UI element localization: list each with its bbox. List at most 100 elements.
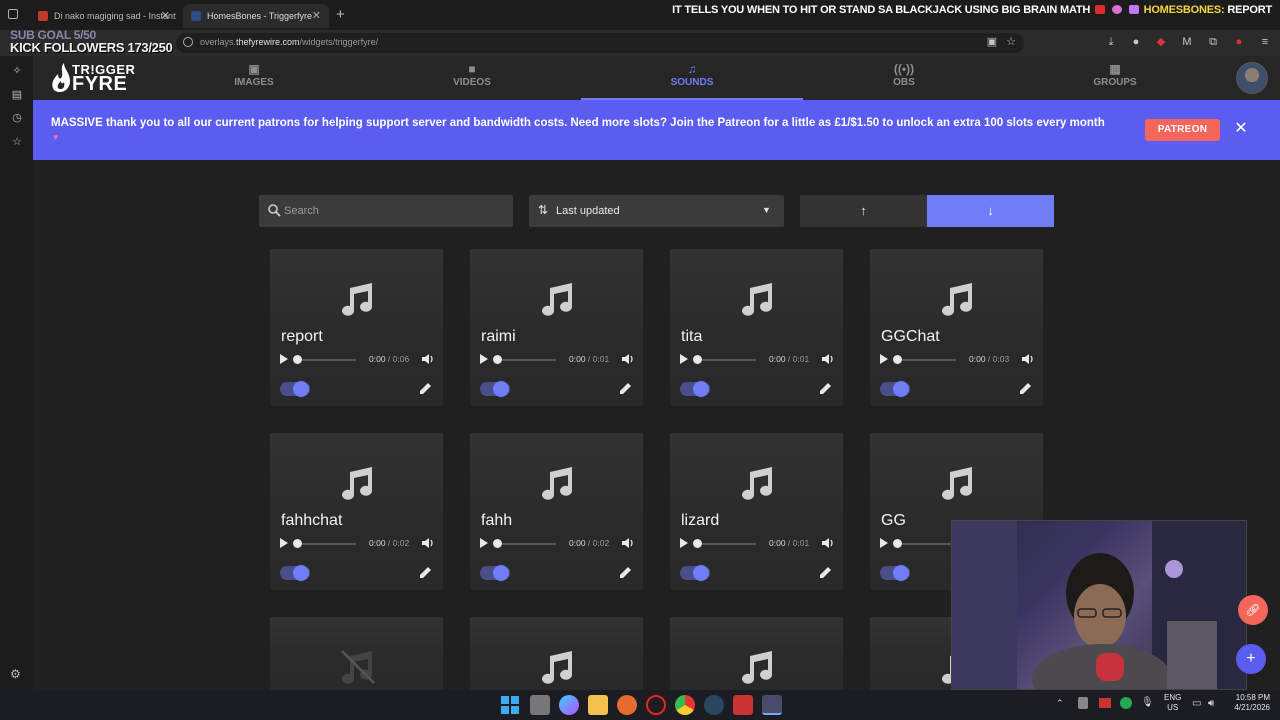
seek-bar[interactable] — [496, 543, 556, 545]
edit-pencil-icon[interactable] — [819, 382, 832, 395]
extension-icon[interactable]: M — [1181, 36, 1193, 48]
nav-images[interactable]: ▣ IMAGES — [194, 62, 314, 88]
seek-handle[interactable] — [693, 539, 702, 548]
close-banner-icon[interactable]: ✕ — [1232, 119, 1250, 139]
favorites-icon[interactable]: ☆ — [10, 135, 24, 149]
edit-pencil-icon[interactable] — [619, 566, 632, 579]
close-tab-icon[interactable]: ✕ — [312, 9, 321, 22]
edit-pencil-icon[interactable] — [419, 382, 432, 395]
play-icon[interactable] — [879, 538, 889, 548]
seek-handle[interactable] — [893, 355, 902, 364]
seek-bar[interactable] — [296, 543, 356, 545]
volume-icon[interactable] — [822, 353, 834, 365]
task-view-icon[interactable] — [530, 695, 550, 715]
play-icon[interactable] — [879, 354, 889, 364]
close-tab-icon[interactable]: ✕ — [161, 9, 170, 22]
settings-icon[interactable]: ⚙ — [10, 667, 21, 681]
seek-handle[interactable] — [293, 539, 302, 548]
bookmark-star-icon[interactable]: ☆ — [1005, 36, 1017, 48]
seek-handle[interactable] — [693, 355, 702, 364]
firefox-icon[interactable] — [617, 695, 637, 715]
enable-toggle[interactable] — [280, 381, 310, 397]
enable-toggle[interactable] — [680, 565, 710, 581]
sort-ascending-button[interactable]: ↑ — [800, 195, 927, 227]
play-icon[interactable] — [279, 354, 289, 364]
play-icon[interactable] — [479, 538, 489, 548]
play-icon[interactable] — [679, 354, 689, 364]
menu-icon[interactable]: ≡ — [1259, 36, 1271, 48]
volume-icon[interactable]: 🔊︎ — [1208, 698, 1214, 709]
seek-bar[interactable] — [696, 359, 756, 361]
seek-handle[interactable] — [493, 539, 502, 548]
download-icon[interactable]: ⤓ — [1105, 36, 1117, 48]
enable-toggle[interactable] — [880, 565, 910, 581]
sparkle-icon[interactable]: ✧ — [10, 64, 24, 78]
edit-pencil-icon[interactable] — [1019, 382, 1032, 395]
volume-icon[interactable] — [1022, 353, 1034, 365]
seek-handle[interactable] — [493, 355, 502, 364]
site-info-icon[interactable] — [183, 37, 193, 47]
opera-icon[interactable] — [646, 695, 666, 715]
nav-videos[interactable]: ■ VIDEOS — [412, 62, 532, 88]
volume-icon[interactable] — [622, 537, 634, 549]
tray-app-icon[interactable] — [1099, 698, 1111, 708]
edit-pencil-icon[interactable] — [819, 566, 832, 579]
link-button[interactable]: 🔗︎ — [1238, 595, 1268, 625]
steam-icon[interactable] — [704, 695, 724, 715]
nav-obs[interactable]: ((•)) OBS — [844, 62, 964, 88]
patreon-button[interactable]: PATREON — [1145, 119, 1220, 141]
play-icon[interactable] — [279, 538, 289, 548]
reader-mode-icon[interactable]: ▣ — [986, 36, 998, 48]
avatar[interactable] — [1236, 62, 1268, 94]
extension-icon[interactable]: ● — [1130, 36, 1142, 48]
seek-bar[interactable] — [896, 543, 956, 545]
add-sound-button[interactable]: + — [1236, 644, 1266, 674]
windows-start-icon[interactable] — [500, 695, 520, 715]
seek-bar[interactable] — [496, 359, 556, 361]
seek-handle[interactable] — [293, 355, 302, 364]
search-input[interactable] — [284, 201, 504, 221]
app-icon[interactable] — [762, 695, 782, 715]
reading-list-icon[interactable]: ▤ — [10, 88, 24, 102]
microphone-icon[interactable]: 🎙︎ — [1141, 697, 1154, 708]
new-tab-button[interactable]: + — [336, 6, 345, 23]
browser-tab[interactable]: Di nako magiging sad - Instant ✕ — [30, 4, 178, 28]
enable-toggle[interactable] — [680, 381, 710, 397]
seek-handle[interactable] — [893, 539, 902, 548]
volume-icon[interactable] — [622, 353, 634, 365]
enable-toggle[interactable] — [480, 565, 510, 581]
edit-pencil-icon[interactable] — [619, 382, 632, 395]
edit-pencil-icon[interactable] — [419, 566, 432, 579]
play-icon[interactable] — [679, 538, 689, 548]
app-icon[interactable] — [733, 695, 753, 715]
volume-icon[interactable] — [422, 353, 434, 365]
enable-toggle[interactable] — [280, 565, 310, 581]
language-indicator[interactable]: ENG US — [1164, 693, 1181, 713]
play-icon[interactable] — [479, 354, 489, 364]
seek-bar[interactable] — [696, 543, 756, 545]
seek-bar[interactable] — [296, 359, 356, 361]
triggerfyre-logo[interactable]: TR!GGER FYRE — [50, 62, 140, 94]
seek-bar[interactable] — [896, 359, 956, 361]
volume-icon[interactable] — [422, 537, 434, 549]
file-explorer-icon[interactable] — [588, 695, 608, 715]
nav-sounds[interactable]: ♫ SOUNDS — [632, 62, 752, 88]
volume-icon[interactable] — [822, 537, 834, 549]
copilot-icon[interactable] — [559, 695, 579, 715]
extension-icon[interactable]: ◆ — [1155, 36, 1167, 48]
enable-toggle[interactable] — [880, 381, 910, 397]
network-icon[interactable]: ▭ — [1192, 698, 1201, 709]
history-icon[interactable]: ◷ — [10, 111, 24, 125]
puzzle-icon[interactable]: ⧉ — [1207, 36, 1219, 48]
browser-tab-active[interactable]: HomesBones - Triggerfyre ✕ — [183, 4, 329, 28]
tray-app-icon[interactable] — [1078, 697, 1088, 709]
chrome-icon[interactable] — [675, 695, 695, 715]
system-clock[interactable]: 10:58 PM 4/21/2026 — [1226, 693, 1270, 713]
enable-toggle[interactable] — [480, 381, 510, 397]
tray-chevron-icon[interactable]: ⌃ — [1056, 698, 1064, 709]
tab-actions-icon[interactable] — [8, 9, 18, 19]
tray-app-icon[interactable] — [1120, 697, 1132, 709]
nav-groups[interactable]: ▦ GROUPS — [1055, 62, 1175, 88]
sort-descending-button[interactable]: ↓ — [927, 195, 1054, 227]
ublock-icon[interactable]: ● — [1233, 36, 1245, 48]
